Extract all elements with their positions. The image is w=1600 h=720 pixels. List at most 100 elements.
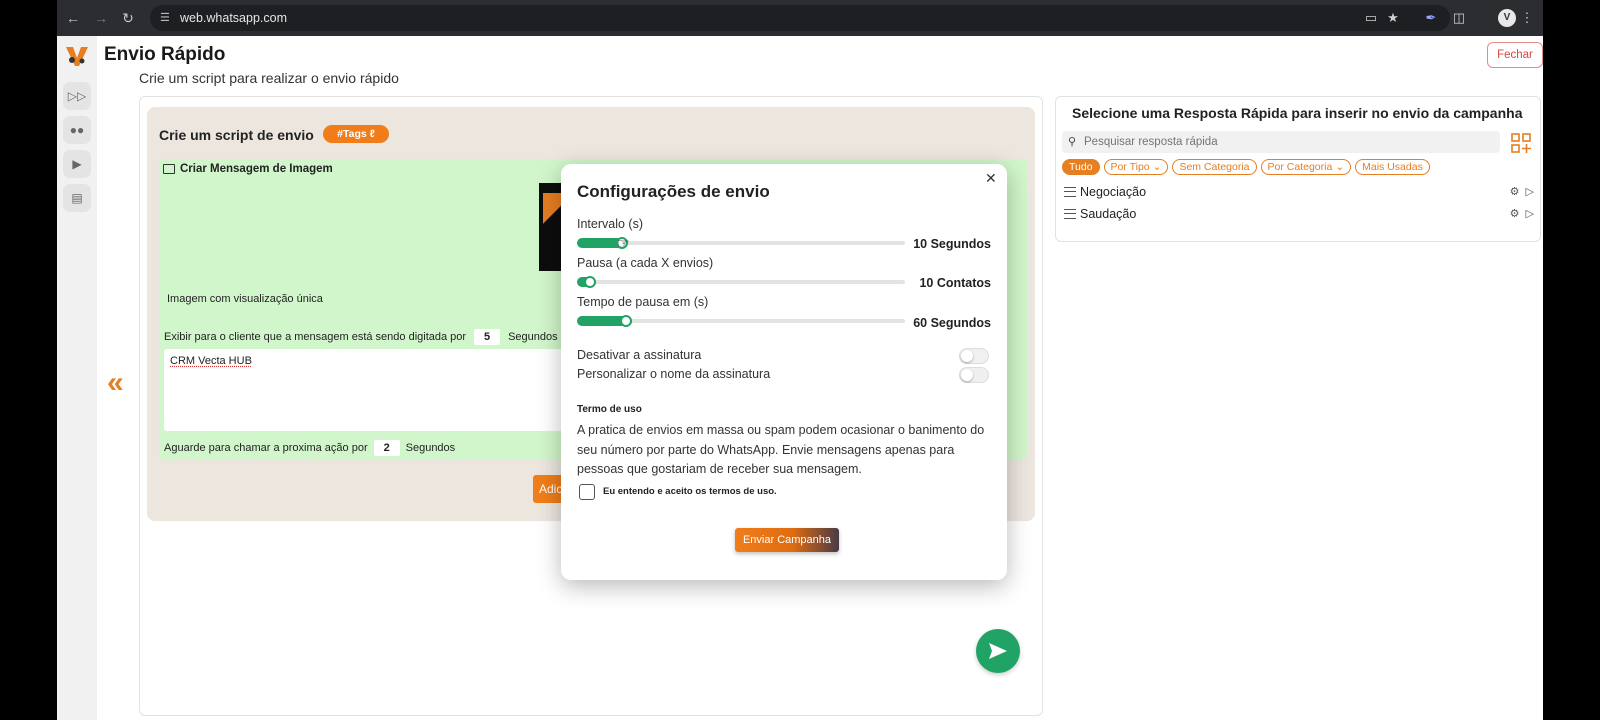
filter-chip-label: Mais Usadas [1362,161,1423,173]
rail-users-icon[interactable]: ●● [63,116,91,144]
image-message-header: Criar Mensagem de Imagem [163,163,333,175]
quick-reply-actions: ⚙ ▷ [1510,185,1534,198]
app-logo-icon [66,47,88,66]
pause-time-value: 60 Segundos [913,316,991,330]
reload-icon[interactable]: ↻ [118,8,138,28]
quick-reply-actions: ⚙ ▷ [1510,207,1534,220]
pause-label: Pausa (a cada X envios) [577,256,714,270]
filter-chip-mais-usadas[interactable]: Mais Usadas [1355,159,1430,175]
filter-chip-sem-categoria[interactable]: Sem Categoria [1172,159,1257,175]
filter-chip-label: Sem Categoria [1179,161,1250,173]
slider-knob[interactable] [620,315,632,327]
settings-gear-icon[interactable]: ⚙ [1510,185,1520,198]
page-title: Envio Rápido [104,44,226,65]
quick-reply-item[interactable]: Negociação ⚙ ▷ [1064,185,1534,199]
disable-signature-label: Desativar a assinatura [577,348,702,362]
modal-title: Configurações de envio [577,182,770,201]
interval-label: Intervalo (s) [577,217,643,231]
cast-icon[interactable]: ▭ [1361,8,1381,28]
send-arrow-icon[interactable]: ▷ [1526,207,1534,220]
pause-slider[interactable] [577,276,905,288]
left-rail: ▷▷ ●● ▶ ▤ [57,36,97,720]
quick-reply-item[interactable]: Saudação ⚙ ▷ [1064,207,1534,221]
message-textarea[interactable]: CRM Vecta HUB [164,349,584,431]
quick-replies-title: Selecione uma Resposta Rápida para inser… [1072,105,1523,121]
wait-duration-row: Aguarde para chamar a proxima ação por 2… [164,440,455,456]
filter-chips: Tudo Por Tipo ⌄ Sem Categoria Por Categor… [1062,159,1430,175]
pause-time-slider[interactable] [577,315,905,327]
toggle-knob [961,350,973,362]
quick-search-input[interactable] [1084,131,1494,153]
forward-arrow-icon[interactable]: → [91,8,111,28]
filter-chip-por-categoria[interactable]: Por Categoria ⌄ [1260,159,1352,175]
chevron-down-icon: ⌄ [1152,161,1162,173]
url-text: web.whatsapp.com [180,11,288,25]
quick-search-box: ⚲ [1062,131,1500,153]
grid-add-icon[interactable] [1511,133,1531,153]
send-settings-modal: Configurações de envio ✕ Intervalo (s) 1… [561,164,1007,580]
address-bar[interactable]: ☰ web.whatsapp.com [150,5,1450,31]
send-arrow-icon[interactable]: ▷ [1526,185,1534,198]
close-icon[interactable]: ✕ [985,170,997,187]
filter-chip-label: Tudo [1069,161,1093,173]
wait-prefix: Aguarde para chamar a proxima ação por [164,442,368,454]
quick-replies-panel: Selecione uma Resposta Rápida para inser… [1055,96,1541,242]
bookmark-star-icon[interactable]: ★ [1383,8,1403,28]
slider-knob[interactable] [584,276,596,288]
tags-label: #Tags [337,128,367,140]
page-subtitle: Crie um script para realizar o envio ráp… [139,70,399,86]
filter-chip-por-tipo[interactable]: Por Tipo ⌄ [1103,159,1169,175]
filter-chip-tudo[interactable]: Tudo [1062,159,1100,175]
site-settings-icon[interactable]: ☰ [160,11,174,25]
toggle-knob [961,369,973,381]
interval-value: 10 Segundos [913,237,991,251]
typing-suffix: Segundos [508,331,558,343]
image-message-title: Criar Mensagem de Imagem [180,163,333,175]
message-lines-icon [1064,209,1076,219]
chevron-down-icon: ⌄ [1335,161,1345,173]
image-icon [163,164,175,174]
message-lines-icon [1064,187,1076,197]
filter-chip-label: Por Categoria [1267,161,1333,173]
profile-avatar-icon[interactable]: V [1498,9,1516,27]
typing-duration-row: Exibir para o cliente que a mensagem est… [164,329,558,345]
menu-kebab-icon[interactable]: ⋮ [1517,8,1537,28]
send-icon [989,643,1007,659]
app-window: ▷▷ ●● ▶ ▤ Envio Rápido Crie um script pa… [57,36,1543,720]
terms-heading: Termo de uso [577,404,642,415]
search-icon: ⚲ [1068,136,1077,148]
tags-button[interactable]: #Tags ℓ [323,125,389,143]
filter-chip-label: Por Tipo [1110,161,1150,173]
settings-gear-icon[interactable]: ⚙ [1510,207,1520,220]
send-campaign-button[interactable]: Enviar Campanha [735,528,839,552]
script-title: Crie um script de envio [159,127,314,143]
quick-reply-label: Negociação [1080,185,1147,199]
extensions-puzzle-icon[interactable]: ◫ [1449,8,1469,28]
terms-checkbox[interactable] [579,484,595,500]
rail-clipboard-icon[interactable]: ▤ [63,184,91,212]
rail-megaphone-icon[interactable]: ▶ [63,150,91,178]
custom-signature-label: Personalizar o nome da assinatura [577,367,771,381]
pause-value: 10 Contatos [919,276,991,290]
rail-fast-forward-icon[interactable]: ▷▷ [63,82,91,110]
disable-signature-toggle[interactable] [959,348,989,364]
view-once-label: Imagem com visualização única [167,293,323,305]
extension-pen-icon[interactable]: ✒ [1421,8,1441,28]
browser-toolbar: ← → ↻ ☰ web.whatsapp.com ▭ ★ ✒ ◫ V ⋮ [57,0,1543,36]
typing-prefix: Exibir para o cliente que a mensagem est… [164,331,467,343]
message-text: CRM Vecta HUB [170,355,252,367]
terms-text: A pratica de envios em massa ou spam pod… [577,423,985,476]
back-arrow-icon[interactable]: ← [63,8,83,28]
wait-seconds-input[interactable]: 2 [373,440,400,456]
pause-time-label: Tempo de pausa em (s) [577,295,709,309]
collapse-chevrons-icon[interactable]: « [107,366,124,400]
screen: ← → ↻ ☰ web.whatsapp.com ▭ ★ ✒ ◫ V ⋮ ▷▷ … [0,0,1600,720]
typing-seconds-input[interactable]: 5 [474,329,501,345]
quick-reply-label: Saudação [1080,207,1137,221]
wait-suffix: Segundos [405,442,456,454]
send-fab-button[interactable] [976,629,1020,673]
terms-checkbox-label[interactable]: Eu entendo e aceito os termos de uso. [603,486,777,497]
mouse-cursor-icon: ☞ [617,235,630,251]
custom-signature-toggle[interactable] [959,367,989,383]
close-button[interactable]: Fechar [1487,42,1543,68]
